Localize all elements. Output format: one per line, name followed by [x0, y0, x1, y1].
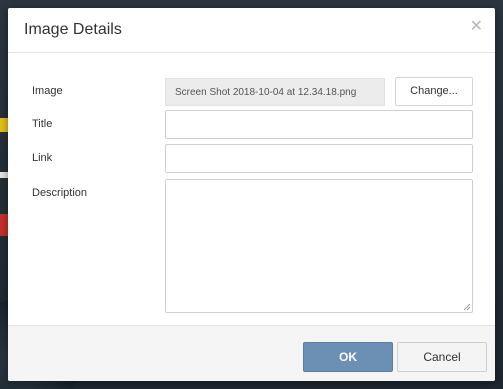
dialog-header: Image Details ✕ [8, 8, 495, 53]
dialog-title: Image Details [24, 21, 122, 38]
cancel-button[interactable]: Cancel [397, 342, 487, 372]
link-label: Link [32, 152, 53, 164]
change-image-button[interactable]: Change... [395, 77, 473, 106]
description-label: Description [32, 187, 88, 199]
resize-handle-icon[interactable] [463, 303, 471, 311]
ok-button[interactable]: OK [303, 342, 393, 372]
image-details-dialog: Image Details ✕ Image Screen Shot 2018-1… [8, 8, 495, 381]
image-label: Image [32, 85, 63, 97]
background-content-fragment [0, 118, 8, 132]
link-input[interactable] [165, 144, 473, 173]
description-textarea[interactable] [165, 179, 473, 313]
dialog-footer: OK Cancel [8, 325, 495, 381]
close-icon[interactable]: ✕ [470, 19, 483, 35]
image-filename-field: Screen Shot 2018-10-04 at 12.34.18.png [165, 78, 385, 106]
title-input[interactable] [165, 110, 473, 139]
title-label: Title [32, 118, 53, 130]
